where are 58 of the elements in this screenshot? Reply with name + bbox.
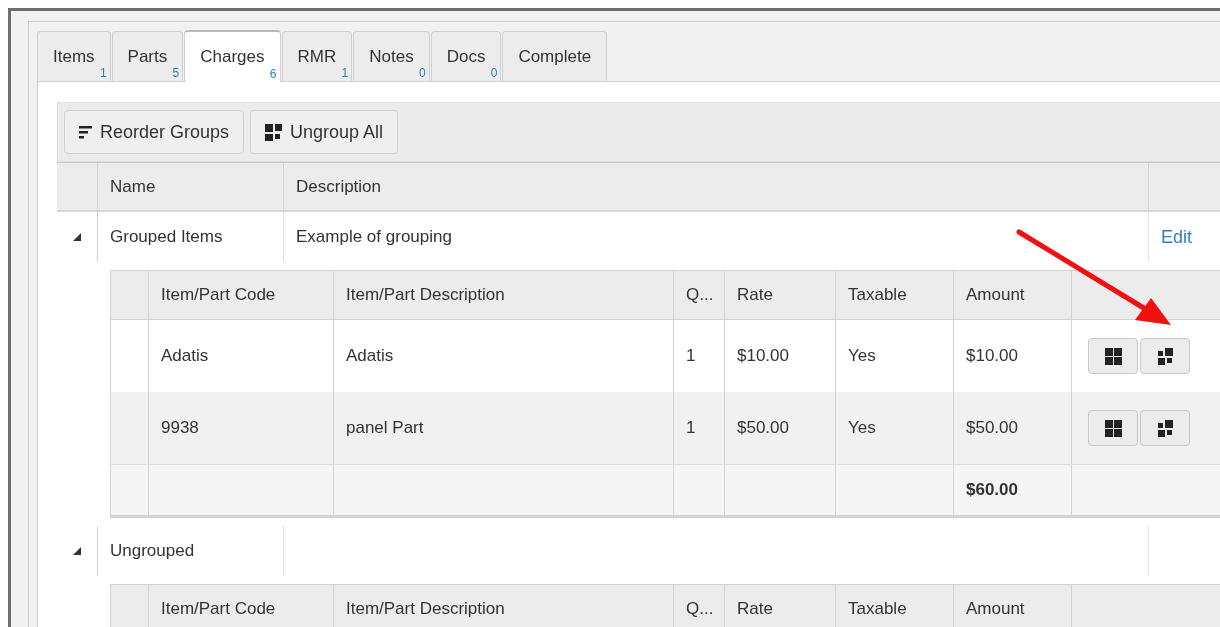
column-header: Amount	[953, 271, 1071, 319]
tab-count: 5	[172, 66, 180, 80]
column-header: Item/Part Description	[333, 585, 673, 627]
grid-icon	[1104, 347, 1122, 365]
group-button[interactable]	[1088, 410, 1138, 446]
column-header: Rate	[724, 271, 835, 319]
tab-count: 0	[418, 66, 426, 80]
table-cell: $10.00	[737, 346, 789, 366]
table-cell: Adatis	[161, 346, 209, 366]
table-cell: 1	[686, 346, 696, 366]
column-header: Rate	[724, 585, 835, 627]
table-cell: $50.00	[737, 418, 789, 438]
table-cell: panel Part	[346, 418, 424, 438]
table-cell: 1	[686, 418, 696, 438]
table-cell: Yes	[848, 418, 876, 438]
tab[interactable]: Complete	[502, 31, 608, 81]
column-header: Item/Part Description	[333, 271, 673, 319]
table-cell: 9938	[161, 418, 199, 438]
table-cell: $10.00	[966, 346, 1018, 366]
collapse-triangle-icon[interactable]	[73, 233, 81, 241]
tab-count: 0	[490, 66, 498, 80]
column-header: Name	[97, 163, 283, 210]
tab-count: 1	[99, 66, 107, 80]
tab[interactable]: Parts 5	[111, 31, 184, 81]
edit-link[interactable]: Edit	[1161, 226, 1193, 248]
column-header: Q...	[673, 585, 724, 627]
scattered-squares-icon	[1157, 419, 1173, 437]
collapse-triangle-icon[interactable]	[73, 547, 81, 555]
ungroup-button[interactable]	[1140, 410, 1190, 446]
scattered-squares-icon	[265, 123, 283, 141]
tab[interactable]: RMR 1	[281, 31, 353, 81]
column-header: Q...	[673, 271, 724, 319]
tab-count: 6	[269, 67, 277, 81]
column-header: Description	[283, 163, 1148, 210]
group-name: Grouped Items	[97, 212, 283, 262]
total-amount: $60.00	[966, 480, 1018, 500]
ungroup-button[interactable]	[1140, 338, 1190, 374]
group-button[interactable]	[1088, 338, 1138, 374]
column-header: Taxable	[835, 271, 953, 319]
column-header: Amount	[953, 585, 1071, 627]
ungroup-all-button[interactable]: Ungroup All	[250, 110, 399, 154]
tab[interactable]: Charges 6	[184, 30, 281, 82]
tab[interactable]: Items 1	[37, 31, 111, 81]
tab[interactable]: Docs 0	[430, 31, 502, 81]
column-header: Item/Part Code	[148, 271, 333, 319]
tab[interactable]: Notes 0	[353, 31, 430, 81]
column-header: Item/Part Code	[148, 585, 333, 627]
table-cell: Yes	[848, 346, 876, 366]
scattered-squares-icon	[1157, 347, 1173, 365]
group-description: Example of grouping	[296, 227, 452, 247]
reorder-groups-button[interactable]: Reorder Groups	[64, 110, 245, 154]
grid-icon	[1104, 419, 1122, 437]
sort-icon	[79, 125, 92, 139]
table-cell: $50.00	[966, 418, 1018, 438]
tab-count: 1	[341, 66, 349, 80]
table-cell: Adatis	[346, 346, 394, 366]
column-header: Taxable	[835, 585, 953, 627]
group-name: Ungrouped	[97, 526, 283, 576]
